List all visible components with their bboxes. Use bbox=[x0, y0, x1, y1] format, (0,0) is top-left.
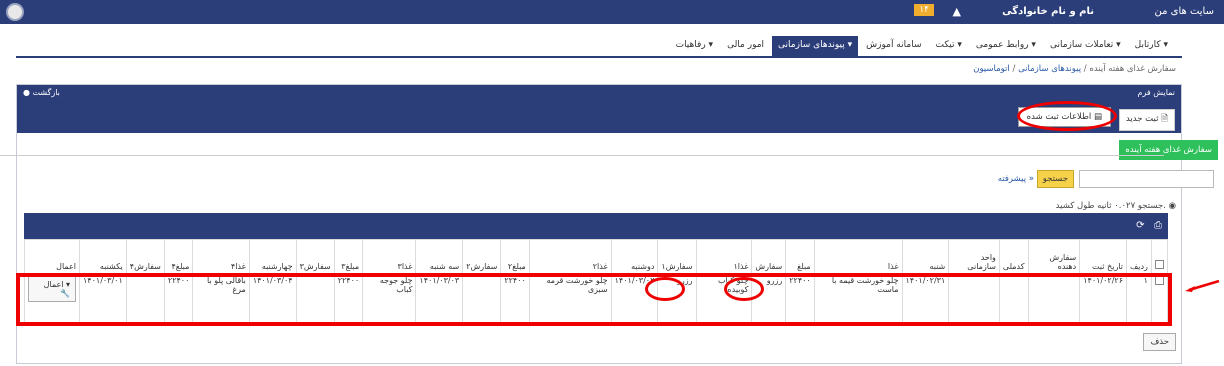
select-all-checkbox[interactable] bbox=[1155, 260, 1164, 269]
panel-title: نمایش فرم bbox=[1137, 88, 1175, 97]
col-food[interactable]: غذا bbox=[813, 239, 903, 274]
notification-badge[interactable]: ۱۴ bbox=[914, 4, 934, 16]
panel-header: ● بازگشت نمایش فرم bbox=[17, 85, 1181, 101]
col-sunday[interactable]: یکشنبه bbox=[79, 239, 127, 274]
new-record-button[interactable]: ثبت جدید 🗎 bbox=[1118, 109, 1175, 131]
col-order3[interactable]: سفارش۳ bbox=[295, 239, 335, 274]
table-header-row: اعمال یکشنبه سفارش۴ مبلغ۴ غذا۴ چهارشنبه … bbox=[24, 239, 1169, 274]
breadcrumb-sep: / bbox=[1083, 64, 1087, 74]
col-order2[interactable]: سفارش۲ bbox=[462, 239, 502, 274]
col-order4[interactable]: سفارش۴ bbox=[125, 239, 165, 274]
col-national-id[interactable]: کدملی bbox=[998, 239, 1029, 274]
col-food4[interactable]: غذا۴ bbox=[192, 239, 250, 274]
breadcrumb-org-links[interactable]: پیوندهای سازمانی bbox=[1018, 64, 1081, 74]
col-food2[interactable]: غذا۲ bbox=[528, 239, 612, 274]
menu-item-org-interactions[interactable]: تعاملات سازمانی ▾ bbox=[1044, 36, 1127, 56]
search-timing: جستجو ۰.۰۲۷ ثانیه طول کشید. ◉ bbox=[1055, 201, 1176, 211]
user-name[interactable]: نام و نام خانوادگی bbox=[1002, 6, 1094, 17]
food-order-tab[interactable]: سفارش غذای هفته آینده bbox=[1119, 140, 1218, 160]
col-saturday[interactable]: شنبه bbox=[901, 239, 950, 274]
new-record-label: ثبت جدید bbox=[1125, 114, 1159, 124]
my-sites-menu[interactable]: سایت های من bbox=[1154, 6, 1214, 17]
col-select bbox=[1150, 239, 1169, 274]
back-button[interactable]: ● بازگشت bbox=[23, 88, 60, 97]
highlight-circle bbox=[724, 277, 764, 301]
grid-toolbar: ⟳ ⎙ bbox=[24, 213, 1168, 239]
panel-toolbar: ثبت جدید 🗎 اطلاعات ثبت شده ▤ bbox=[17, 101, 1181, 133]
col-tuesday[interactable]: سه شنبه bbox=[415, 239, 464, 274]
menu-item-cartable[interactable]: کارتابل ▾ bbox=[1129, 36, 1174, 56]
col-unit[interactable]: واحد سازمانی bbox=[948, 239, 1000, 274]
menu-item-public-relations[interactable]: روابط عمومی ▾ bbox=[970, 36, 1042, 56]
col-price2[interactable]: مبلغ۲ bbox=[500, 239, 530, 274]
col-order1[interactable]: سفارش۱ bbox=[657, 239, 697, 274]
advanced-search-link[interactable]: پیشرفته » bbox=[998, 174, 1034, 184]
highlight-circle bbox=[1017, 101, 1117, 131]
col-food1[interactable]: غذا۱ bbox=[695, 239, 753, 274]
menu-item-finance[interactable]: امور مالی bbox=[721, 36, 770, 56]
search-timing-text: جستجو ۰.۰۲۷ ثانیه طول کشید. bbox=[1055, 201, 1166, 211]
delete-button[interactable]: حذف bbox=[1143, 333, 1176, 351]
menu-item-welfare[interactable]: رفاهیات ▾ bbox=[670, 36, 719, 56]
print-icon[interactable]: ⎙ bbox=[1154, 220, 1162, 231]
search-button[interactable]: جستجو bbox=[1036, 170, 1074, 188]
menu-item-ticket[interactable]: تیکت ▾ bbox=[929, 36, 967, 56]
col-food3[interactable]: غذا۳ bbox=[362, 239, 417, 274]
col-price4[interactable]: مبلغ۴ bbox=[163, 239, 194, 274]
col-index[interactable]: ردیف bbox=[1125, 239, 1152, 274]
col-price[interactable]: مبلغ bbox=[785, 239, 815, 274]
refresh-icon[interactable]: ⟳ bbox=[1136, 220, 1144, 231]
highlight-circle bbox=[645, 277, 685, 301]
highlight-row-box bbox=[16, 273, 1172, 326]
breadcrumb: سفارش غذای هفته آینده / پیوندهای سازمانی… bbox=[973, 64, 1176, 74]
col-order[interactable]: سفارش bbox=[751, 239, 787, 274]
divider bbox=[0, 155, 1164, 156]
top-bar: ۱۴ نام و نام خانوادگی ▲ سایت های من bbox=[0, 0, 1224, 24]
back-label: بازگشت bbox=[32, 88, 60, 97]
main-menu: کارتابل ▾ تعاملات سازمانی ▾ روابط عمومی … bbox=[0, 36, 1224, 56]
breadcrumb-automation[interactable]: اتوماسیون bbox=[973, 64, 1010, 74]
warning-icon: ▲ bbox=[952, 5, 961, 18]
menu-underline bbox=[16, 56, 1182, 58]
col-reg-date[interactable]: تاریخ ثبت bbox=[1079, 239, 1127, 274]
menu-item-org-links[interactable]: پیوندهای سازمانی ▾ bbox=[772, 36, 859, 56]
search-input[interactable] bbox=[1079, 170, 1214, 188]
arrow-icon bbox=[1185, 280, 1220, 292]
logo-icon bbox=[6, 3, 24, 21]
breadcrumb-sep: / bbox=[1012, 64, 1016, 74]
col-price3[interactable]: مبلغ۳ bbox=[333, 239, 364, 274]
menu-item-training[interactable]: سامانه آموزش bbox=[860, 36, 927, 56]
col-action[interactable]: اعمال bbox=[24, 239, 80, 274]
grid-icons: ⟳ ⎙ bbox=[1136, 220, 1162, 231]
col-wednesday[interactable]: چهارشنبه bbox=[248, 239, 297, 274]
col-orderer[interactable]: سفارش دهنده bbox=[1027, 239, 1081, 274]
breadcrumb-current: سفارش غذای هفته آینده bbox=[1089, 64, 1176, 74]
col-monday[interactable]: دوشنبه bbox=[610, 239, 659, 274]
